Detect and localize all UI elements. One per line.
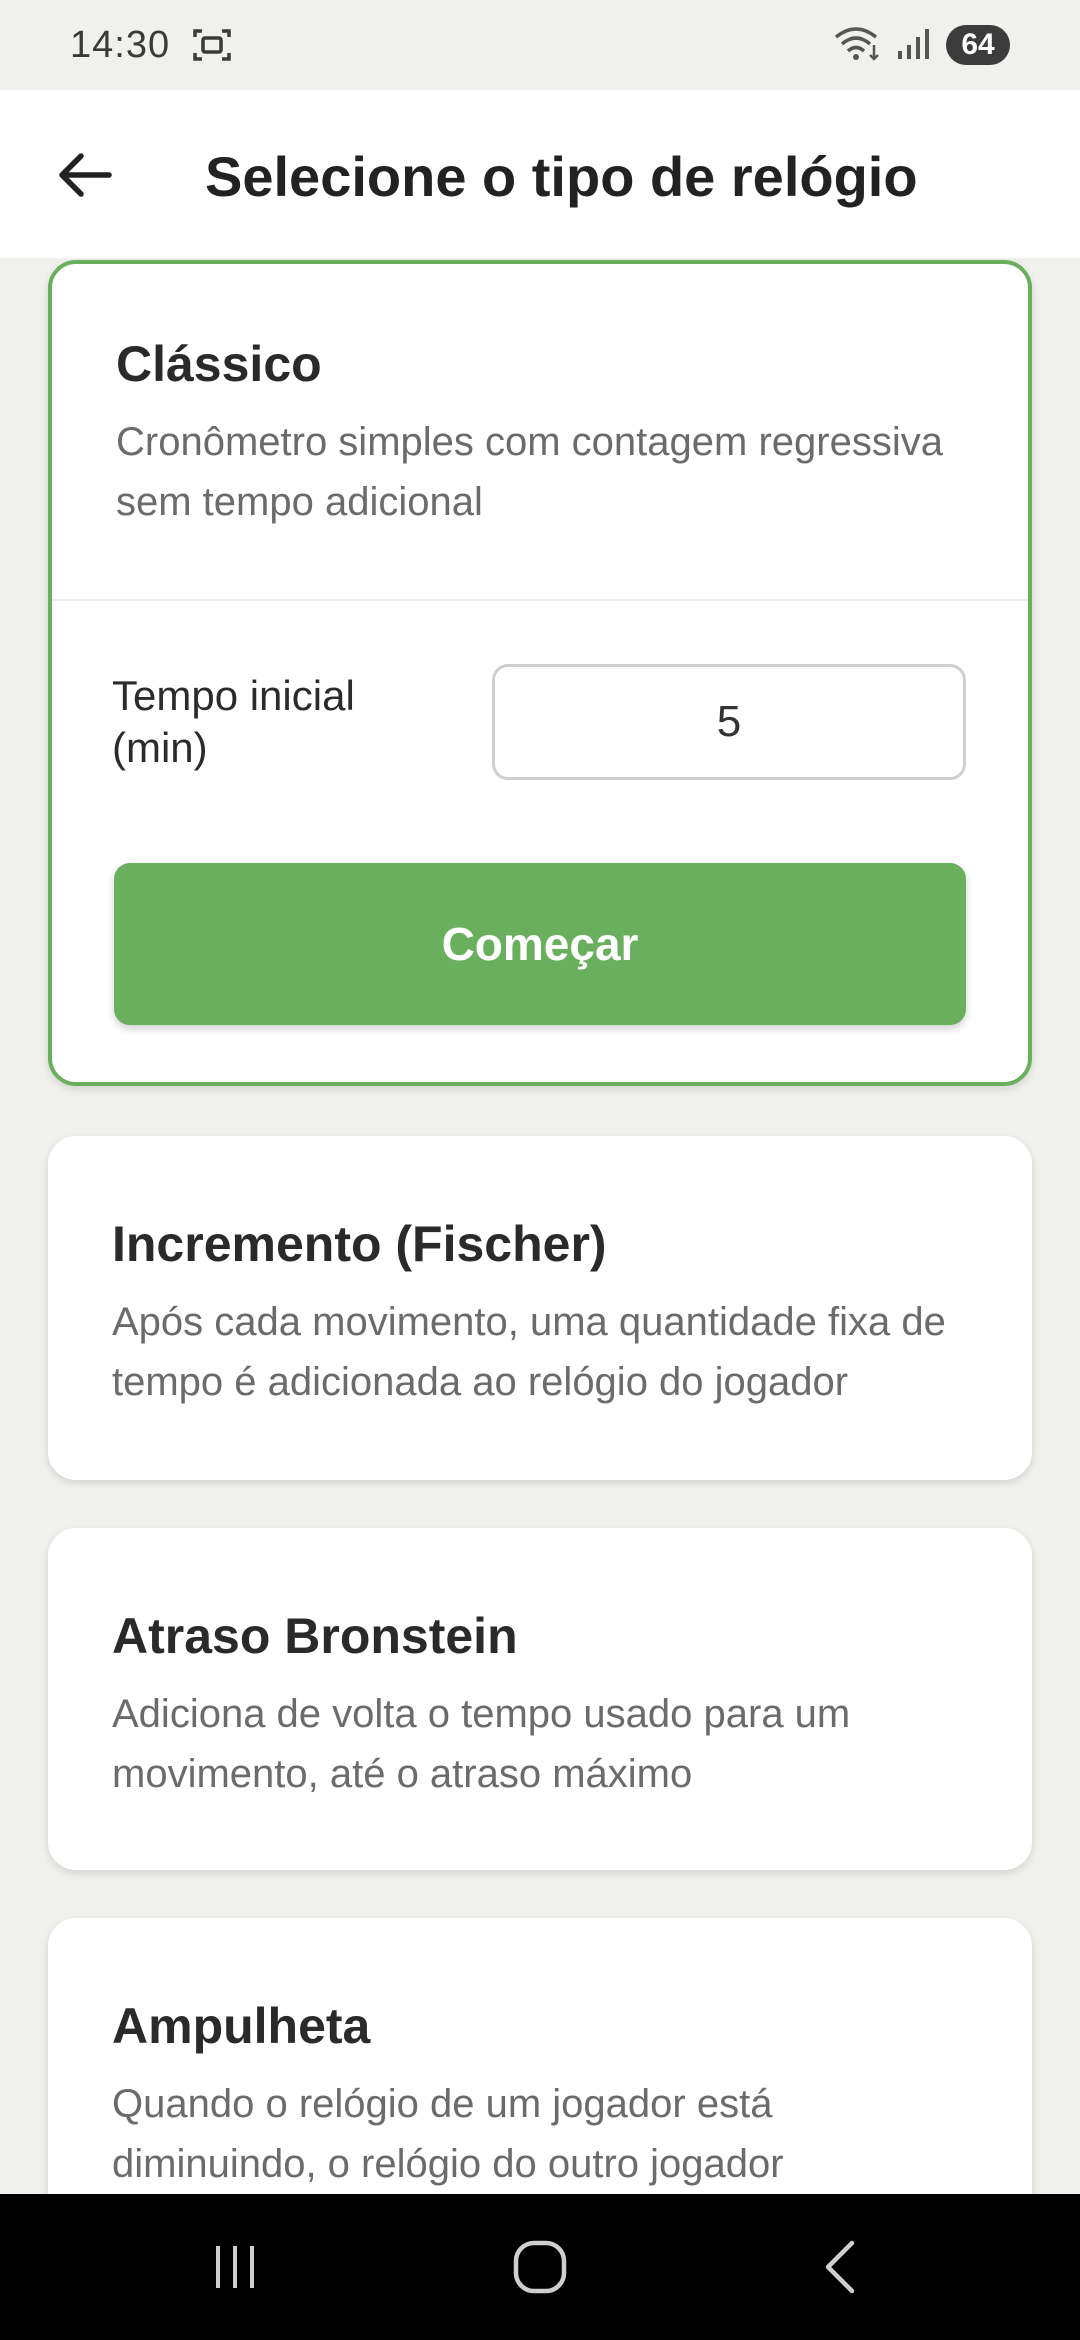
page-title: Selecione o tipo de relógio bbox=[205, 145, 918, 208]
recent-apps-button[interactable] bbox=[180, 2222, 290, 2312]
navigation-bar bbox=[0, 2194, 1080, 2340]
start-button[interactable]: Começar bbox=[114, 863, 966, 1025]
card-header: Ampulheta Quando o relógio de um jogador… bbox=[48, 1918, 1032, 2194]
screen: 14:30 64 Selecione o tipo de relógio Clá… bbox=[0, 0, 1080, 2340]
card-title: Incremento (Fischer) bbox=[112, 1216, 607, 1272]
card-header: Incremento (Fischer) Após cada movimento… bbox=[48, 1136, 1032, 1412]
status-icons: 64 bbox=[834, 25, 1010, 66]
back-icon bbox=[825, 2240, 855, 2294]
card-title: Clássico bbox=[116, 336, 322, 392]
home-button[interactable] bbox=[485, 2222, 595, 2312]
card-header: Clássico Cronômetro simples com contagem… bbox=[52, 264, 1028, 532]
system-back-button[interactable] bbox=[785, 2222, 895, 2312]
card-divider bbox=[52, 599, 1028, 601]
recent-apps-icon bbox=[216, 2246, 254, 2288]
clock-type-list: Clássico Cronômetro simples com contagem… bbox=[0, 258, 1080, 2194]
card-title: Ampulheta bbox=[112, 1998, 371, 2054]
app-bar: Selecione o tipo de relógio bbox=[0, 90, 1080, 258]
battery-icon: 64 bbox=[946, 25, 1010, 65]
card-classico[interactable]: Clássico Cronômetro simples com contagem… bbox=[48, 260, 1032, 1086]
card-description: Cronômetro simples com contagem regressi… bbox=[116, 420, 943, 524]
home-icon bbox=[513, 2240, 567, 2294]
status-time: 14:30 bbox=[70, 23, 171, 66]
card-description: Quando o relógio de um jogador está dimi… bbox=[112, 2082, 784, 2186]
status-bar: 14:30 64 bbox=[0, 0, 1080, 90]
card-description: Adiciona de volta o tempo usado para um … bbox=[112, 1692, 851, 1796]
card-incremento-fischer[interactable]: Incremento (Fischer) Após cada movimento… bbox=[48, 1136, 1032, 1480]
back-button[interactable] bbox=[40, 130, 130, 220]
screenshot-icon bbox=[192, 27, 232, 63]
card-title: Atraso Bronstein bbox=[112, 1608, 518, 1664]
card-description: Após cada movimento, uma quantidade fixa… bbox=[112, 1300, 946, 1404]
wifi-icon bbox=[834, 25, 882, 66]
arrow-left-icon bbox=[59, 153, 112, 197]
initial-time-label: Tempo inicial (min) bbox=[112, 672, 355, 771]
card-atraso-bronstein[interactable]: Atraso Bronstein Adiciona de volta o tem… bbox=[48, 1528, 1032, 1870]
initial-time-input[interactable] bbox=[492, 664, 966, 780]
card-header: Atraso Bronstein Adiciona de volta o tem… bbox=[48, 1528, 1032, 1804]
card-ampulheta[interactable]: Ampulheta Quando o relógio de um jogador… bbox=[48, 1918, 1032, 2194]
signal-icon bbox=[896, 25, 932, 66]
